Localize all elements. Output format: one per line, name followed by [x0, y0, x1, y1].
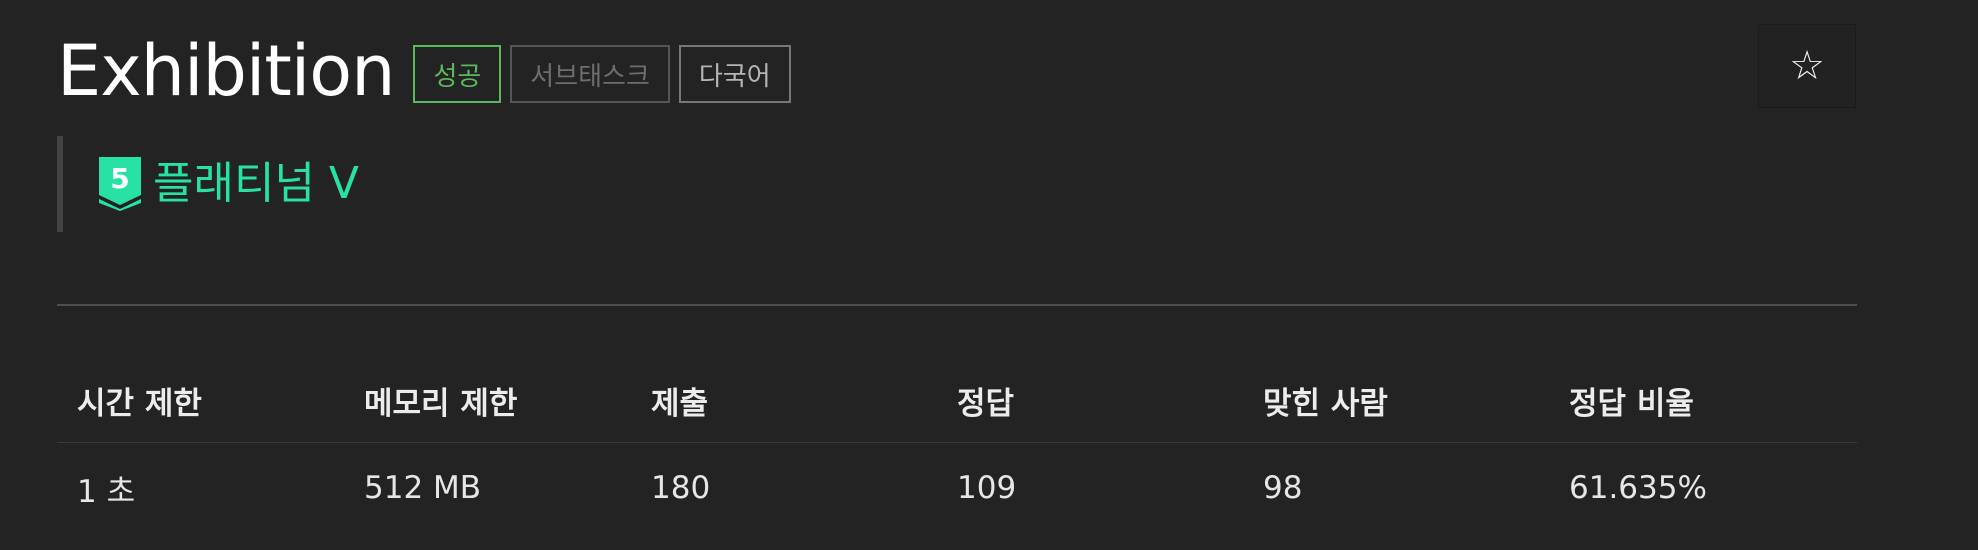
- table-row: 1 초 512 MB 180 109 98 61.635%: [57, 442, 1857, 533]
- table-header-row: 시간 제한 메모리 제한 제출 정답 맞힌 사람 정답 비율: [57, 358, 1857, 442]
- title-row: Exhibition 성공 서브태스크 다국어: [57, 26, 800, 116]
- header-accepted: 정답: [957, 385, 1015, 422]
- header-accept-ratio: 정답 비율: [1569, 385, 1694, 422]
- value-accept-ratio: 61.635%: [1569, 470, 1707, 506]
- subtask-badge[interactable]: 서브태스크: [510, 45, 670, 103]
- star-icon: ☆: [1789, 43, 1825, 89]
- favorite-button[interactable]: ☆: [1758, 24, 1856, 108]
- header-time-limit: 시간 제한: [77, 385, 202, 422]
- value-accepted[interactable]: 109: [937, 470, 1243, 506]
- tier-label: 플래티넘 V: [153, 158, 360, 209]
- tier-icon: 5: [99, 157, 141, 211]
- page-title: Exhibition: [57, 30, 395, 112]
- value-submissions[interactable]: 180: [631, 470, 937, 506]
- header-solved-users: 맞힌 사람: [1263, 385, 1388, 422]
- tier-block: 5 플래티넘 V: [57, 136, 359, 232]
- header-memory-limit: 메모리 제한: [364, 385, 518, 422]
- header-submissions: 제출: [651, 385, 709, 422]
- success-badge[interactable]: 성공: [413, 45, 502, 103]
- problem-page: Exhibition 성공 서브태스크 다국어 ☆ 5 플래티넘 V 시간 제한…: [0, 0, 1978, 550]
- tier-level-text: 5: [110, 162, 129, 195]
- problem-info-table: 시간 제한 메모리 제한 제출 정답 맞힌 사람 정답 비율 1 초 512 M…: [57, 358, 1857, 533]
- value-time-limit: 1 초: [77, 473, 136, 510]
- divider: [57, 304, 1857, 306]
- value-solved-users[interactable]: 98: [1243, 470, 1549, 506]
- multilang-badge[interactable]: 다국어: [678, 45, 791, 103]
- value-memory-limit: 512 MB: [364, 470, 482, 506]
